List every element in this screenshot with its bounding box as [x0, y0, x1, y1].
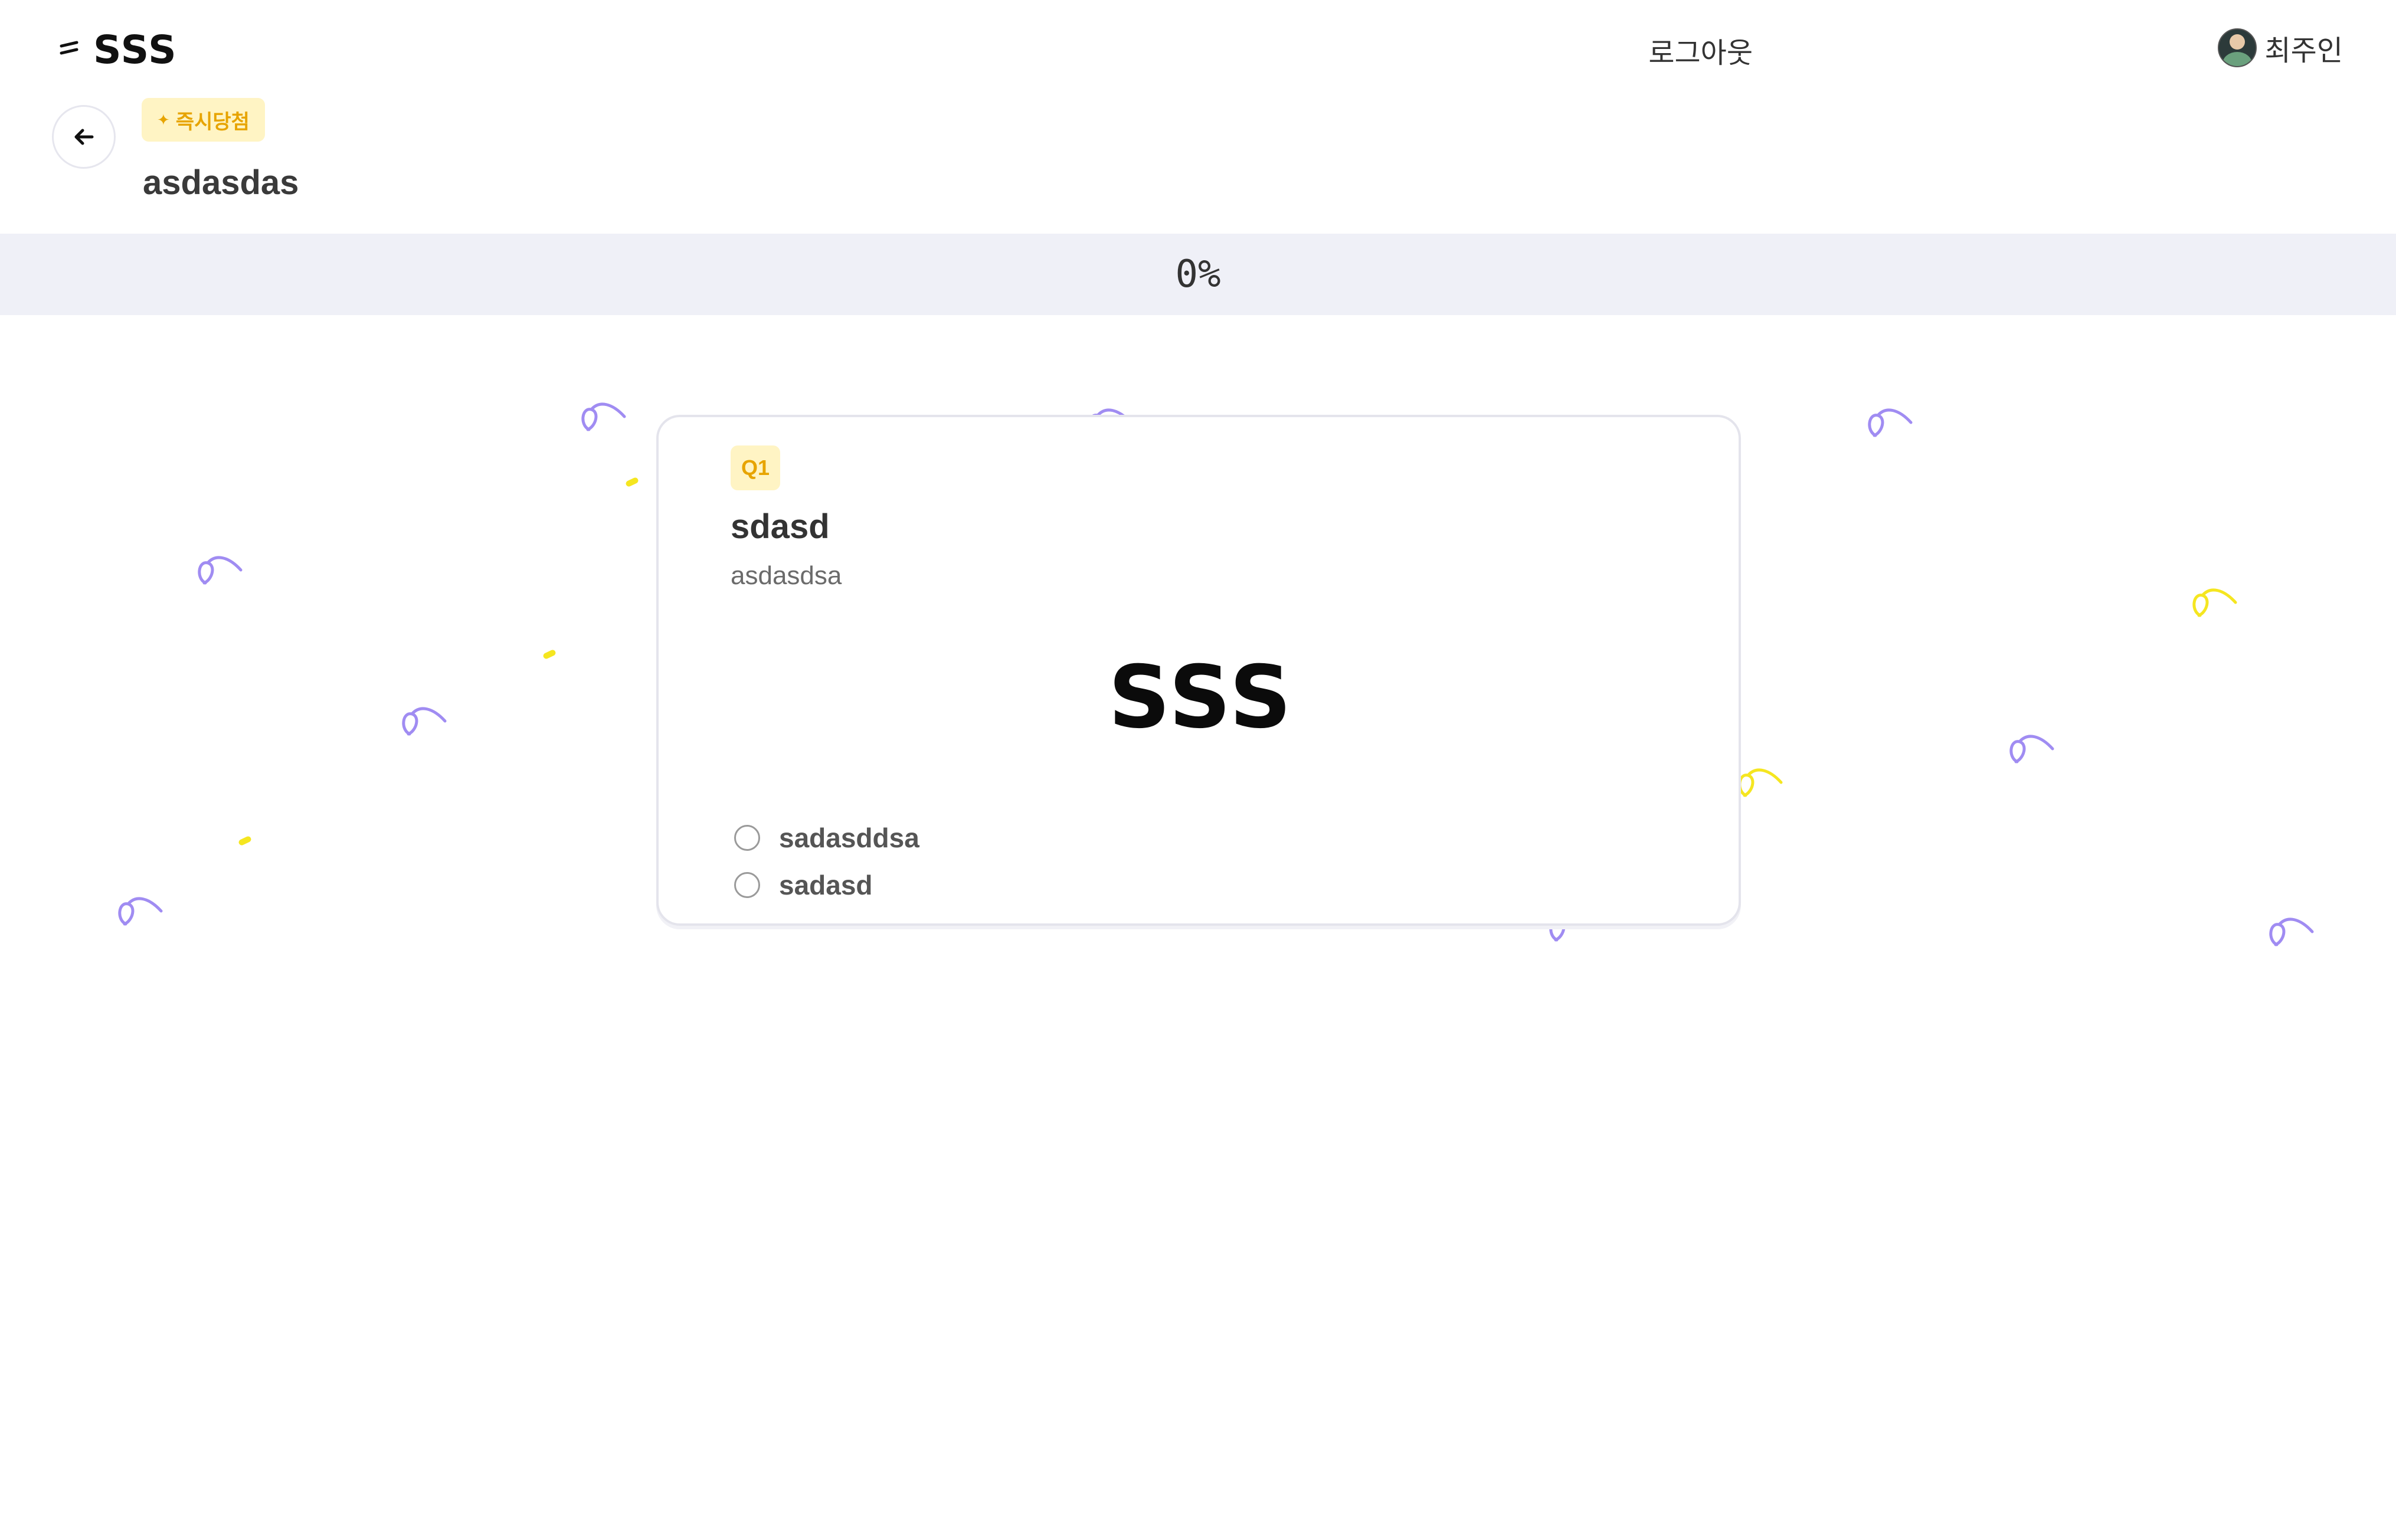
confetti-dash	[624, 476, 640, 488]
radio-button[interactable]	[734, 872, 760, 898]
avatar	[2217, 28, 2257, 67]
progress-bar: 0%	[0, 234, 2396, 315]
instant-win-label: 즉시당첨	[175, 110, 250, 133]
brand-logo[interactable]: SSS	[59, 26, 178, 73]
progress-percent: 0%	[1175, 253, 1221, 296]
instant-win-badge: ✦ 즉시당첨	[142, 98, 265, 142]
confetti-squiggle	[2009, 735, 2054, 764]
confetti-squiggle	[2269, 918, 2314, 946]
brand-name: SSS	[93, 27, 178, 73]
confetti-squiggle	[402, 707, 447, 736]
confetti-squiggle	[118, 897, 163, 926]
sparkle-icon: ✦	[157, 110, 170, 129]
confetti-squiggle	[581, 402, 626, 431]
user-menu[interactable]: 최주인	[2217, 27, 2343, 68]
confetti-squiggle	[1868, 408, 1913, 437]
top-header: SSS 로그아웃 최주인	[0, 0, 2396, 100]
confetti-squiggle	[198, 556, 243, 585]
logo-mark-icon	[60, 41, 78, 55]
confetti-dash	[542, 648, 557, 660]
confetti-squiggle	[2192, 588, 2237, 617]
logout-link[interactable]: 로그아웃	[1648, 30, 1753, 71]
question-title: sdasd	[731, 507, 830, 546]
question-number-badge: Q1	[731, 445, 780, 490]
question-card: Q1 sdasd asdasdsa SSS sadasddsa sadasd	[656, 415, 1741, 926]
option-item[interactable]: sadasd	[734, 869, 873, 901]
confetti-squiggle	[1738, 768, 1783, 797]
question-description: asdasdsa	[731, 561, 842, 590]
confetti-dash	[237, 835, 253, 847]
option-label: sadasddsa	[779, 823, 919, 853]
option-item[interactable]: sadasddsa	[734, 822, 919, 854]
question-image: SSS	[1108, 647, 1294, 748]
arrow-left-icon	[74, 129, 94, 145]
option-label: sadasd	[779, 870, 873, 900]
user-name: 최주인	[2264, 35, 2343, 67]
back-button[interactable]	[52, 105, 116, 169]
survey-title: asdasdas	[143, 163, 299, 202]
radio-button[interactable]	[734, 825, 760, 851]
